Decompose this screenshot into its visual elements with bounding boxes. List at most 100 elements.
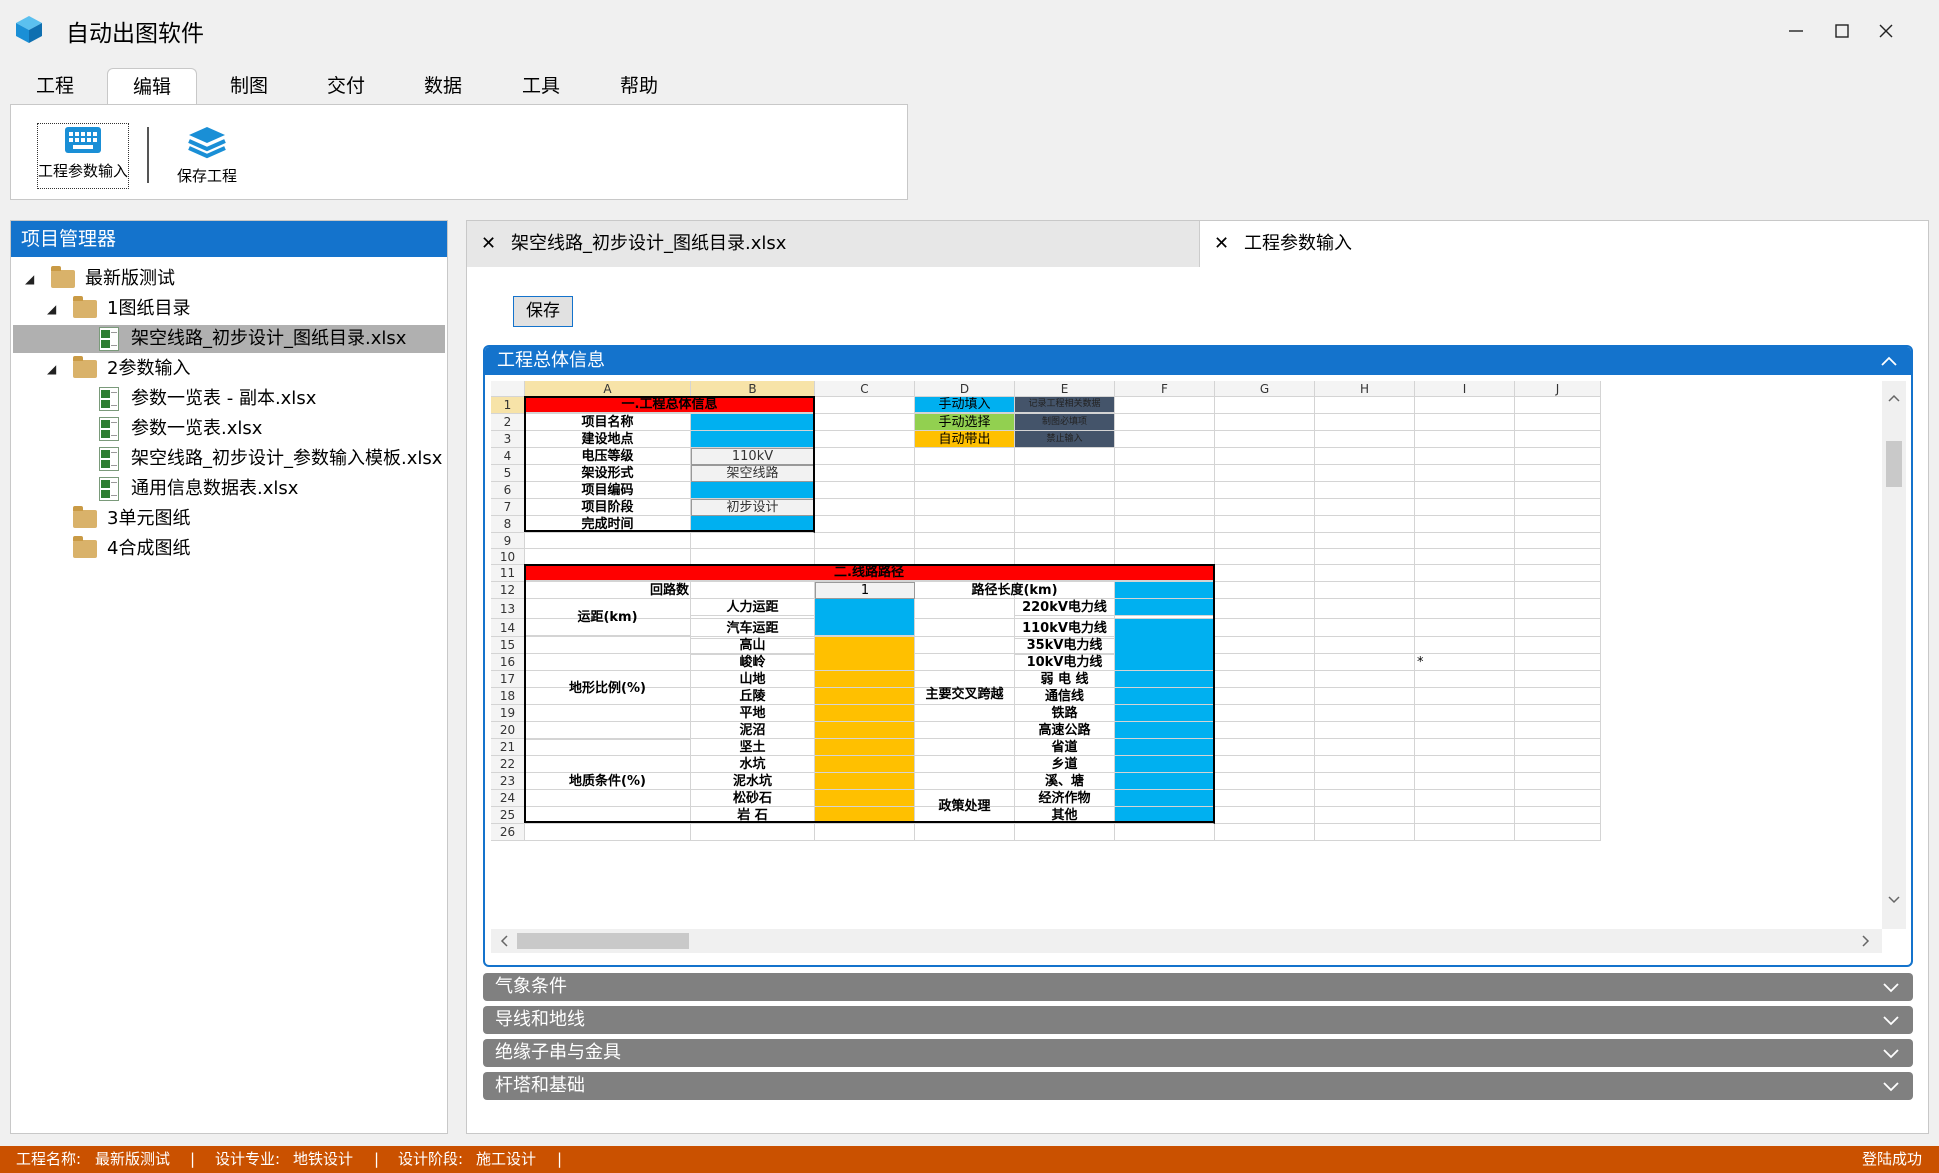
row-header[interactable]: 11: [491, 565, 525, 582]
sheet-cell[interactable]: [1415, 448, 1515, 465]
row-header[interactable]: 5: [491, 465, 525, 482]
sheet-cell[interactable]: [1115, 824, 1215, 841]
sheet-cell[interactable]: [1215, 549, 1315, 565]
input-cell[interactable]: [691, 482, 815, 499]
sheet-cell[interactable]: [1215, 807, 1315, 824]
select-all-corner[interactable]: [491, 381, 525, 397]
legend-desc[interactable]: 制图必填项: [1015, 414, 1115, 431]
sheet-cell[interactable]: [1415, 582, 1515, 599]
sheet-cell[interactable]: [1215, 448, 1315, 465]
sheet-cell[interactable]: [815, 414, 915, 431]
sheet-cell[interactable]: [1215, 790, 1315, 807]
row-header[interactable]: 24: [491, 790, 525, 807]
sheet-cell[interactable]: [1115, 431, 1215, 448]
sheet-cell[interactable]: [1315, 533, 1415, 549]
field-label-cell[interactable]: 回路数: [525, 582, 815, 599]
sheet-cell[interactable]: [1515, 599, 1601, 619]
tree-item[interactable]: 3单元图纸: [13, 505, 445, 533]
sheet-cell[interactable]: [815, 824, 915, 841]
input-cell[interactable]: [1115, 671, 1215, 688]
sheet-cell[interactable]: [1315, 654, 1415, 671]
field-label-cell[interactable]: 架设形式: [525, 465, 691, 482]
save-button[interactable]: 保存: [513, 296, 573, 327]
sheet-cell[interactable]: [1415, 465, 1515, 482]
sheet-cell[interactable]: [1515, 637, 1601, 654]
field-label-cell[interactable]: 路径长度(km): [915, 582, 1115, 599]
sheet-cell[interactable]: [1215, 482, 1315, 499]
row-header[interactable]: 7: [491, 499, 525, 516]
row-header[interactable]: 23: [491, 773, 525, 790]
sheet-cell[interactable]: [1415, 619, 1515, 637]
input-cell[interactable]: [1115, 722, 1215, 739]
sheet-cell[interactable]: [1215, 671, 1315, 688]
sheet-cell[interactable]: [1415, 671, 1515, 688]
auto-cell[interactable]: [815, 790, 915, 807]
column-header[interactable]: C: [815, 381, 915, 397]
field-label-cell[interactable]: 山地: [691, 671, 815, 688]
scroll-up-icon[interactable]: [1887, 391, 1901, 405]
sheet-cell[interactable]: [1515, 565, 1601, 582]
field-label-cell[interactable]: 水坑: [691, 756, 815, 773]
sheet-cell[interactable]: [1215, 414, 1315, 431]
column-header[interactable]: H: [1315, 381, 1415, 397]
sheet-cell[interactable]: [1015, 824, 1115, 841]
sheet-cell[interactable]: [1115, 465, 1215, 482]
sheet-cell[interactable]: [1515, 773, 1601, 790]
tab-project[interactable]: 工程: [10, 68, 100, 104]
sheet-cell[interactable]: [1215, 619, 1315, 637]
sheet-cell[interactable]: [1315, 599, 1415, 619]
column-header[interactable]: I: [1415, 381, 1515, 397]
field-label-cell[interactable]: 岩 石: [691, 807, 815, 824]
minimize-button[interactable]: [1778, 16, 1814, 46]
sheet-cell[interactable]: [1315, 824, 1415, 841]
sheet-cell[interactable]: [1415, 397, 1515, 414]
sheet-cell[interactable]: [815, 482, 915, 499]
row-header[interactable]: 9: [491, 533, 525, 549]
field-label-cell[interactable]: 项目阶段: [525, 499, 691, 516]
sheet-cell[interactable]: [1115, 533, 1215, 549]
sheet-cell[interactable]: [1415, 499, 1515, 516]
sheet-cell[interactable]: [1015, 516, 1115, 533]
sheet-cell[interactable]: [1315, 482, 1415, 499]
sheet-cell[interactable]: [1415, 516, 1515, 533]
field-label-cell[interactable]: 完成时间: [525, 516, 691, 533]
sheet-cell[interactable]: [1015, 448, 1115, 465]
tree-item[interactable]: 通用信息数据表.xlsx: [13, 475, 445, 503]
sheet-cell[interactable]: [1015, 482, 1115, 499]
sheet-cell[interactable]: [1315, 773, 1415, 790]
input-cell[interactable]: [1115, 637, 1215, 655]
field-label-cell[interactable]: 经济作物: [1015, 790, 1115, 807]
close-tab-icon[interactable]: ✕: [481, 221, 496, 267]
chevron-down-icon[interactable]: [1881, 1039, 1901, 1067]
row-header[interactable]: 15: [491, 637, 525, 654]
sheet-cell[interactable]: [1115, 448, 1215, 465]
field-label-cell[interactable]: 峻岭: [691, 654, 815, 671]
sheet-cell[interactable]: [1415, 739, 1515, 756]
sheet-cell[interactable]: [1315, 790, 1415, 807]
legend-manual-input[interactable]: 手动填入: [915, 397, 1015, 413]
sheet-cell[interactable]: [1315, 756, 1415, 773]
select-cell[interactable]: 初步设计: [691, 499, 815, 516]
row-header[interactable]: 1: [491, 397, 525, 414]
auto-cell[interactable]: [815, 705, 915, 722]
sheet-cell[interactable]: [525, 549, 691, 565]
chevron-up-icon[interactable]: [1879, 347, 1899, 375]
sheet-cell[interactable]: [1515, 705, 1601, 722]
sheet-cell[interactable]: [1515, 499, 1601, 516]
auto-cell[interactable]: [815, 654, 915, 671]
row-header[interactable]: 19: [491, 705, 525, 722]
sheet-cell[interactable]: [1215, 739, 1315, 756]
sheet-cell[interactable]: [1215, 688, 1315, 705]
section-weather[interactable]: 气象条件: [483, 973, 1913, 1001]
row-header[interactable]: 14: [491, 619, 525, 637]
sheet-cell[interactable]: [815, 397, 915, 414]
sheet-cell[interactable]: [1215, 397, 1315, 414]
tree-item[interactable]: 4合成图纸: [13, 535, 445, 563]
tab-help[interactable]: 帮助: [594, 68, 684, 104]
input-cell[interactable]: [1115, 790, 1215, 807]
sheet-cell[interactable]: [915, 482, 1015, 499]
auto-cell[interactable]: [815, 671, 915, 688]
auto-cell[interactable]: [815, 807, 915, 824]
sheet-cell[interactable]: [815, 516, 915, 533]
maximize-button[interactable]: [1824, 16, 1860, 46]
